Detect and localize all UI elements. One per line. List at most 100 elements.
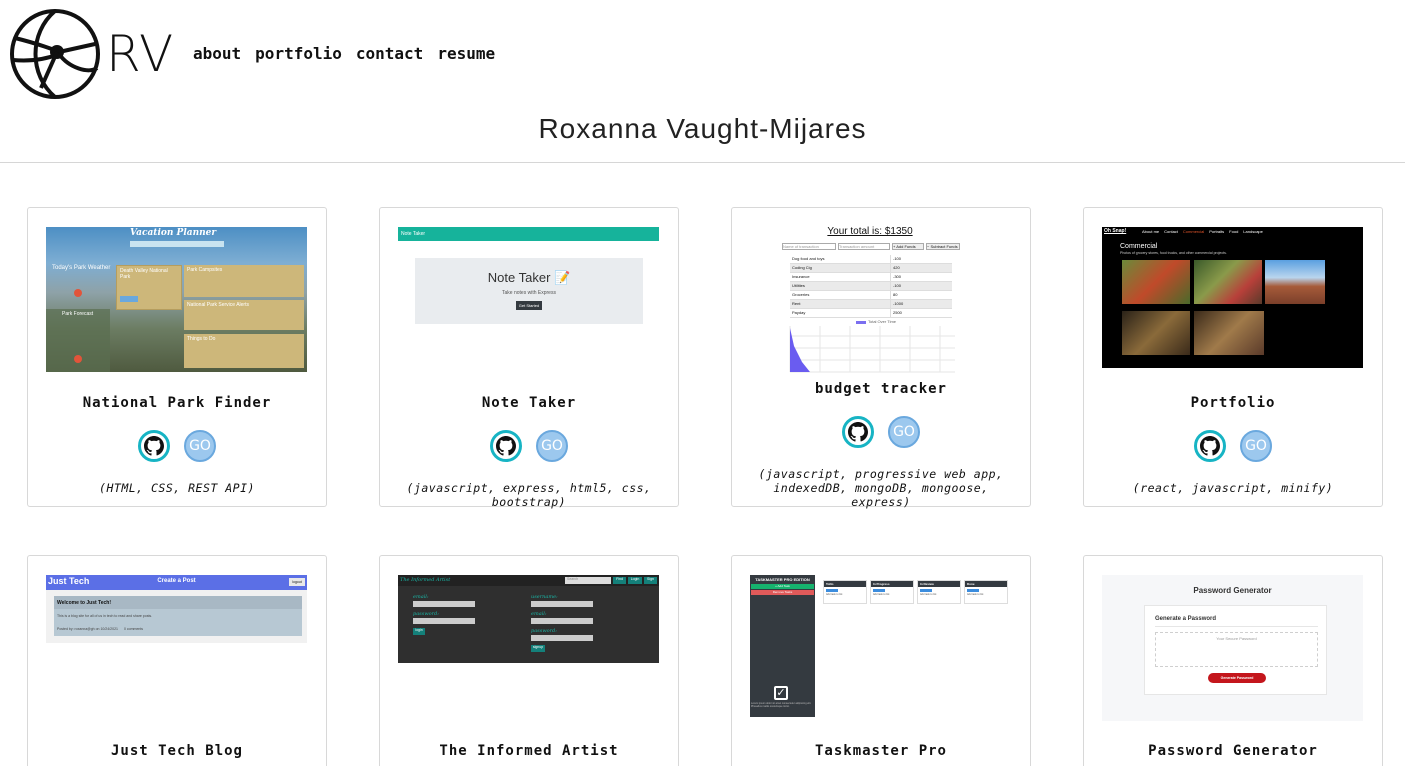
thumb-table-row: Insurance -300: [790, 273, 952, 282]
thumb-subtract-button: − Subtract Funds: [926, 243, 960, 250]
thumb-login-submit: login: [413, 628, 425, 635]
thumb-login-email-label: email:: [413, 594, 429, 600]
logo-text[interactable]: RV: [106, 26, 174, 82]
thumb-brand: The Informed Artist: [400, 577, 451, 583]
thumb-table-name: Groceries: [792, 292, 810, 297]
project-tech: (react, javascript, minify): [1132, 481, 1334, 495]
thumb-things: Things to Do: [184, 334, 304, 368]
thumb-sub: Take notes with Express: [502, 290, 556, 296]
thumb-sidebar: TASKMASTER PRO EDITION + Add Task Remove…: [750, 575, 815, 717]
thumb-signup-username: [531, 601, 593, 607]
thumb-signup-email: [531, 618, 593, 624]
thumb-table-amount: -1000: [890, 300, 950, 308]
project-card-just-tech-blog: Just Tech Create a Post logout Welcome t…: [27, 555, 327, 766]
thumb-start-button: Get Started: [516, 301, 542, 310]
thumb-signup-username-label: username:: [531, 594, 558, 600]
github-link-button[interactable]: [842, 416, 874, 448]
thumb-task-column: In Review Add task to list: [917, 580, 961, 604]
thumb-campsites-label: Park Campsites: [187, 267, 223, 273]
thumb-remove-tasks: Remove Tasks: [751, 590, 814, 595]
project-tech: (javascript, progressive web app, indexe…: [758, 467, 1004, 509]
thumb-heading: Commercial: [1120, 243, 1158, 250]
thumb-column-header: In Progress: [871, 581, 913, 587]
project-screenshot[interactable]: Oh Snap! About me Contact Commercial Portra…: [1102, 227, 1363, 368]
thumb-heading: Password Generator: [1193, 586, 1272, 595]
thumb-task-column: In Progress Add task to list: [870, 580, 914, 604]
thumb-forecast-panel: Park Forecast: [46, 309, 110, 372]
thumb-photo-produce: [1122, 260, 1190, 304]
project-links: GO: [380, 430, 678, 462]
project-title: Just Tech Blog: [110, 743, 243, 759]
project-screenshot[interactable]: TASKMASTER PRO EDITION + Add Task Remove…: [750, 575, 1011, 717]
github-link-button[interactable]: [490, 430, 522, 462]
thumb-task-badge: [967, 589, 979, 592]
sun-icon: [74, 289, 82, 297]
go-live-button[interactable]: GO: [184, 430, 216, 462]
thumb-navbar: Note Taker: [398, 227, 659, 241]
thumb-alerts: National Park Service Alerts: [184, 300, 304, 330]
thumb-sub: Generate a Password: [1155, 616, 1217, 622]
project-screenshot[interactable]: Your total is: $1350 Name of transaction…: [780, 226, 960, 374]
thumb-password-output: Your Secure Password: [1155, 632, 1318, 667]
main-nav: about portfolio contact resume: [193, 44, 495, 63]
go-live-button[interactable]: GO: [536, 430, 568, 462]
project-title: Note Taker: [481, 395, 577, 411]
thumb-table-name: Payday: [792, 310, 806, 315]
thumb-table-row: Groceries 80: [790, 291, 952, 300]
nav-resume[interactable]: resume: [437, 44, 495, 63]
project-card-password-generator: Password Generator Generate a Password Y…: [1083, 555, 1383, 766]
thumb-logout: logout: [289, 578, 305, 586]
nav-about[interactable]: about: [193, 44, 241, 63]
github-icon: [1200, 436, 1220, 456]
thumb-login-email: [413, 601, 475, 607]
thumb-photo-cafe: [1122, 311, 1190, 355]
project-card-taskmaster-pro: TASKMASTER PRO EDITION + Add Task Remove…: [731, 555, 1031, 766]
thumb-table-amount: -100: [890, 282, 950, 290]
github-link-button[interactable]: [1194, 430, 1226, 462]
thumb-table-amount: 420: [890, 264, 950, 272]
thumb-line-chart: [789, 326, 955, 373]
thumb-table-amount: -100: [890, 255, 950, 263]
thumb-table-amount: 80: [890, 291, 950, 299]
thumb-task-item: Add task to list: [873, 593, 890, 596]
thumb-post-meta: Posted by: roxanna@gh on 10/24/2021: [57, 627, 118, 631]
github-link-button[interactable]: [138, 430, 170, 462]
thumb-nav: About me Contact Commercial Portraits Food La…: [1142, 229, 1263, 234]
project-screenshot[interactable]: Vacation Planner Today's Park Weather Pa…: [46, 227, 307, 372]
thumb-nav-item: Landscape: [1243, 229, 1263, 234]
project-screenshot[interactable]: Note Taker Note Taker 📝 Take notes with …: [398, 227, 659, 327]
thumb-table-name: Utilities: [792, 283, 805, 288]
project-title: Portfolio: [1190, 395, 1276, 411]
project-screenshot[interactable]: The Informed Artist Search Find Login Si…: [398, 575, 659, 663]
thumb-generate-button: Generate Password: [1208, 673, 1266, 683]
thumb-find-button: Find: [613, 577, 626, 584]
thumb-card: Generate a Password Your Secure Password…: [1144, 605, 1327, 695]
sun-icon: [74, 355, 82, 363]
thumb-footer: Lorem ipsum dolor sit amet consectetur a…: [751, 702, 812, 708]
thumb-title: Vacation Planner: [130, 228, 217, 238]
thumb-nav-item: Contact: [1164, 229, 1178, 234]
project-title: budget tracker: [814, 381, 947, 397]
thumb-column-header: In Review: [918, 581, 960, 587]
project-screenshot[interactable]: Just Tech Create a Post logout Welcome t…: [46, 575, 307, 643]
thumb-task-badge: [826, 589, 838, 592]
nav-portfolio[interactable]: portfolio: [255, 44, 342, 63]
thumb-weather: Today's Park Weather: [52, 265, 111, 271]
project-screenshot[interactable]: Password Generator Generate a Password Y…: [1102, 575, 1363, 721]
thumb-name-input: Name of transaction: [782, 243, 836, 250]
thumb-park-name: Death Valley National Park: [120, 268, 168, 280]
thumb-divider: [1155, 626, 1318, 627]
go-live-button[interactable]: GO: [888, 416, 920, 448]
thumb-task-badge: [873, 589, 885, 592]
thumb-amount-input: Transaction amount: [838, 243, 890, 250]
thumb-jumbotron: Note Taker 📝 Take notes with Express Get…: [415, 258, 643, 324]
thumb-legend: Total Over Time: [868, 319, 897, 324]
thumb-signup-password-label: password:: [531, 628, 557, 634]
thumb-table-row: Rent -1000: [790, 300, 952, 309]
globe-logo-icon[interactable]: [9, 8, 101, 100]
github-icon: [144, 436, 164, 456]
go-live-button[interactable]: GO: [1240, 430, 1272, 462]
checkbox-icon: ✓: [774, 686, 788, 700]
thumb-search-bar: [130, 241, 224, 247]
nav-contact[interactable]: contact: [356, 44, 423, 63]
